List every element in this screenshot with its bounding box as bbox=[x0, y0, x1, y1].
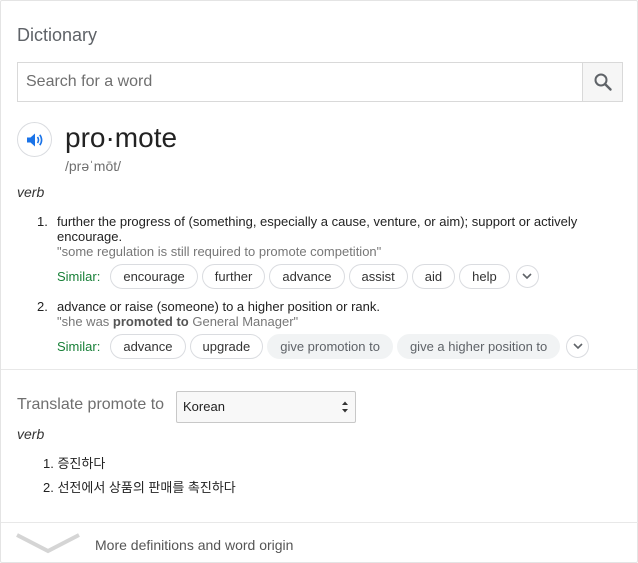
chevron-down-icon[interactable] bbox=[15, 531, 81, 555]
similar-chip[interactable]: upgrade bbox=[189, 334, 264, 359]
dictionary-card: Dictionary pro·mote /prəˈmōt/ verb 1. fu… bbox=[0, 0, 638, 563]
similar-chip[interactable]: advance bbox=[269, 264, 345, 289]
translation-item: 1. 증진하다 bbox=[43, 456, 106, 471]
translate-label: Translate promote to bbox=[17, 396, 165, 413]
sense-definition: further the progress of (something, espe… bbox=[57, 214, 578, 244]
divider bbox=[1, 369, 638, 370]
language-select[interactable]: Korean bbox=[176, 391, 356, 423]
similar-chip[interactable]: aid bbox=[411, 264, 456, 289]
expand-similar-button[interactable] bbox=[566, 335, 590, 358]
similar-label: Similar: bbox=[57, 339, 101, 354]
translation-part-of-speech: verb bbox=[17, 426, 45, 442]
sense-number: 2. bbox=[37, 299, 48, 314]
similar-label: Similar: bbox=[57, 269, 101, 284]
sense-definition: advance or raise (someone) to a higher p… bbox=[57, 299, 381, 314]
translation-item: 2. 선전에서 상품의 판매를 촉진하다 bbox=[43, 480, 236, 495]
speaker-icon bbox=[26, 133, 42, 146]
more-definitions-link[interactable]: More definitions and word origin bbox=[95, 537, 293, 553]
sense-number: 1. bbox=[37, 214, 48, 229]
similar-chip[interactable]: give promotion to bbox=[267, 334, 393, 359]
similar-chip[interactable]: give a higher position to bbox=[396, 334, 561, 359]
chevron-down-icon bbox=[573, 343, 583, 350]
search-input[interactable] bbox=[18, 63, 582, 101]
divider bbox=[1, 522, 638, 523]
select-arrows-icon bbox=[342, 401, 348, 413]
similar-row: Similar: encourage further advance assis… bbox=[57, 264, 539, 289]
similar-chip[interactable]: advance bbox=[110, 334, 186, 359]
pronounce-button[interactable] bbox=[17, 122, 52, 157]
similar-chip[interactable]: help bbox=[459, 264, 510, 289]
sense-example: "she was promoted to General Manager" bbox=[57, 314, 299, 329]
search-button[interactable] bbox=[582, 63, 622, 101]
search-icon bbox=[594, 73, 612, 91]
similar-chip[interactable]: assist bbox=[348, 264, 408, 289]
similar-chip[interactable]: encourage bbox=[110, 264, 198, 289]
card-title: Dictionary bbox=[17, 25, 98, 45]
sense-1: 1. further the progress of (something, e… bbox=[31, 214, 627, 294]
selected-language: Korean bbox=[183, 399, 225, 414]
part-of-speech: verb bbox=[17, 184, 45, 200]
chevron-down-icon bbox=[522, 273, 532, 280]
expand-similar-button[interactable] bbox=[515, 265, 539, 288]
phonetic: /prəˈmōt/ bbox=[65, 158, 122, 174]
similar-chip[interactable]: further bbox=[201, 264, 266, 289]
sense-2: 2. advance or raise (someone) to a highe… bbox=[31, 299, 627, 361]
headword: pro·mote bbox=[65, 122, 178, 153]
sense-example: "some regulation is still required to pr… bbox=[57, 244, 382, 259]
similar-row: Similar: advance upgrade give promotion … bbox=[57, 334, 590, 359]
search-box bbox=[17, 62, 623, 102]
